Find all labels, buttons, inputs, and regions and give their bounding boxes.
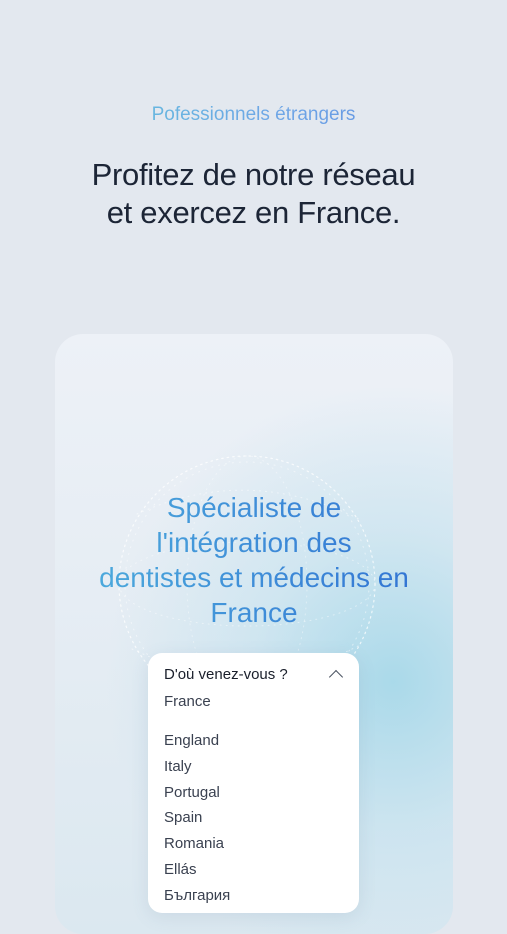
country-option-bulgaria[interactable]: България [164, 883, 230, 909]
card-heading-line-2: l'intégration des [156, 527, 352, 558]
hero-title-line-1: Profitez de notre réseau [91, 157, 416, 192]
country-option-italy[interactable]: Italy [164, 754, 230, 780]
country-option-spain[interactable]: Spain [164, 805, 230, 831]
country-dropdown-header[interactable]: D'où venez-vous ? [164, 666, 345, 686]
country-dropdown[interactable]: D'où venez-vous ? France England Italy P… [148, 653, 359, 913]
chevron-up-icon[interactable] [328, 669, 344, 685]
card-heading-line-4: France [210, 597, 298, 628]
country-option-romania[interactable]: Romania [164, 831, 230, 857]
country-option-list: England Italy Portugal Spain Romania Ell… [164, 728, 230, 909]
hero-eyebrow: Pofessionnels étrangers [0, 104, 507, 126]
country-dropdown-label: D'où venez-vous ? [164, 666, 288, 683]
card-heading-line-1: Spécialiste de [166, 492, 342, 523]
hero-title-line-2: et exercez en France. [106, 195, 401, 230]
card-heading-line-3: dentistes et médecins en [99, 562, 409, 593]
card-heading: Spécialiste de l'intégration des dentist… [55, 490, 453, 630]
country-option-england[interactable]: England [164, 728, 230, 754]
hero-title: Profitez de notre réseau et exercez en F… [0, 156, 507, 232]
country-option-ellas[interactable]: Ellás [164, 857, 230, 883]
country-dropdown-selected[interactable]: France [164, 693, 211, 710]
country-option-portugal[interactable]: Portugal [164, 780, 230, 806]
